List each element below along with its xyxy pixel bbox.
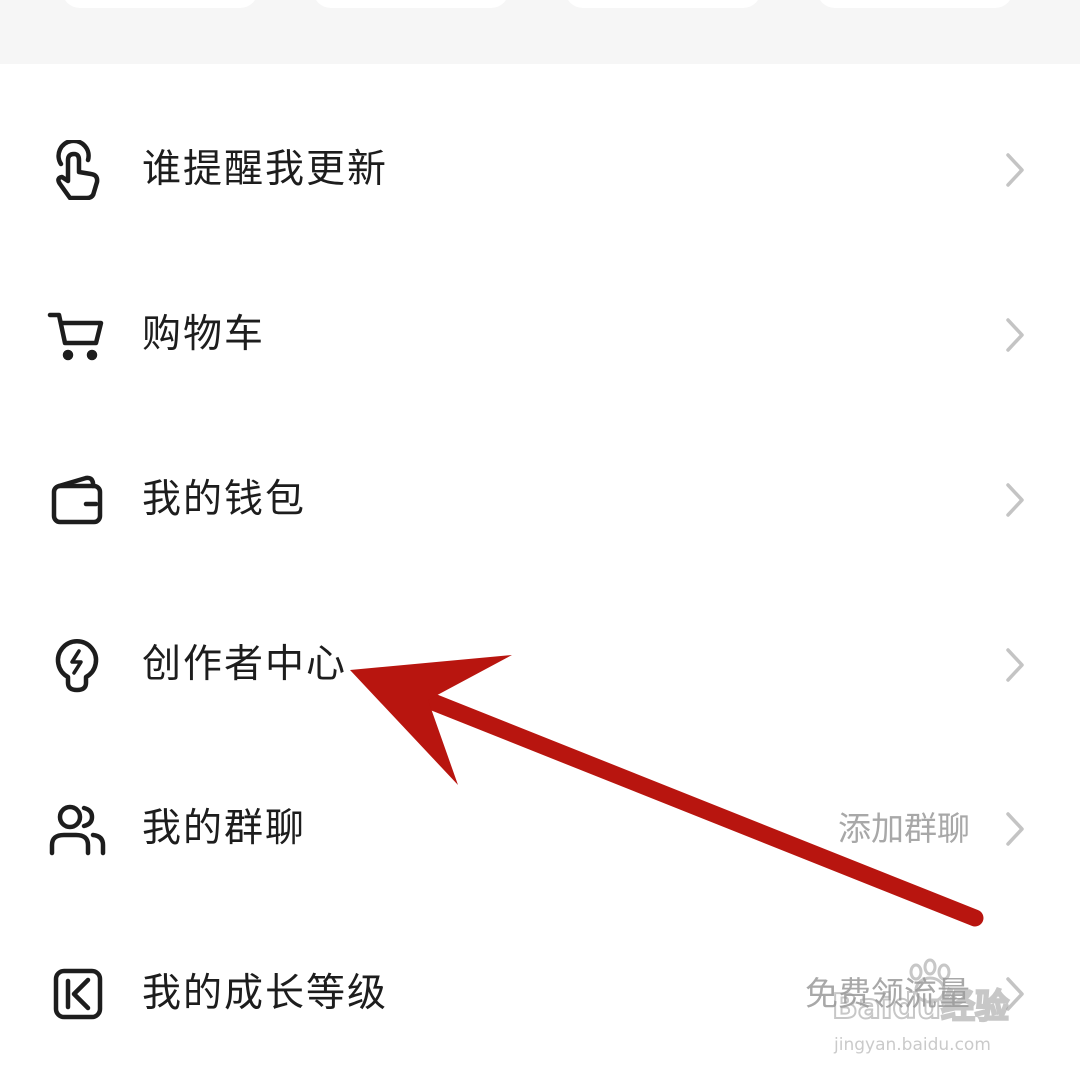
chevron-right-icon [1000, 151, 1030, 189]
chevron-right-icon [1000, 316, 1030, 354]
shortcut-card-2[interactable] [313, 0, 509, 8]
free-data-link[interactable]: 免费领流量 [805, 974, 970, 1014]
wallet-icon [46, 470, 108, 530]
lightbulb-icon [46, 635, 108, 695]
add-group-chat-link[interactable]: 添加群聊 [838, 809, 970, 849]
menu-item-label: 我的群聊 [142, 806, 307, 851]
menu-item-update-reminders[interactable]: 谁提醒我更新 [0, 115, 1080, 225]
menu-item-growth-level[interactable]: 我的成长等级 免费领流量 [0, 939, 1080, 1049]
menu-item-label: 创作者中心 [142, 642, 348, 687]
shortcut-card-3[interactable] [565, 0, 761, 8]
settings-screen: 谁提醒我更新 购物车 我的钱包 创作者中心 我的群聊 添加群聊 我的成长等级 免… [0, 0, 1080, 1080]
menu-item-label: 购物车 [142, 312, 266, 357]
tap-hand-icon [46, 140, 108, 200]
chevron-right-icon [1000, 646, 1030, 684]
kuaishou-k-icon [46, 964, 108, 1024]
group-users-icon [46, 799, 108, 859]
menu-item-shopping-cart[interactable]: 购物车 [0, 280, 1080, 390]
menu-item-group-chats[interactable]: 我的群聊 添加群聊 [0, 774, 1080, 884]
chevron-right-icon [1000, 481, 1030, 519]
menu-item-label: 我的成长等级 [142, 971, 389, 1016]
shortcut-card-1[interactable] [62, 0, 258, 8]
menu-item-label: 我的钱包 [142, 477, 307, 522]
menu-item-wallet[interactable]: 我的钱包 [0, 445, 1080, 555]
shopping-cart-icon [46, 305, 108, 365]
menu-item-creator-center[interactable]: 创作者中心 [0, 610, 1080, 720]
menu-item-label: 谁提醒我更新 [142, 147, 389, 192]
chevron-right-icon [1000, 975, 1030, 1013]
top-shortcut-strip [0, 0, 1080, 64]
shortcut-card-4[interactable] [817, 0, 1013, 8]
chevron-right-icon [1000, 810, 1030, 848]
